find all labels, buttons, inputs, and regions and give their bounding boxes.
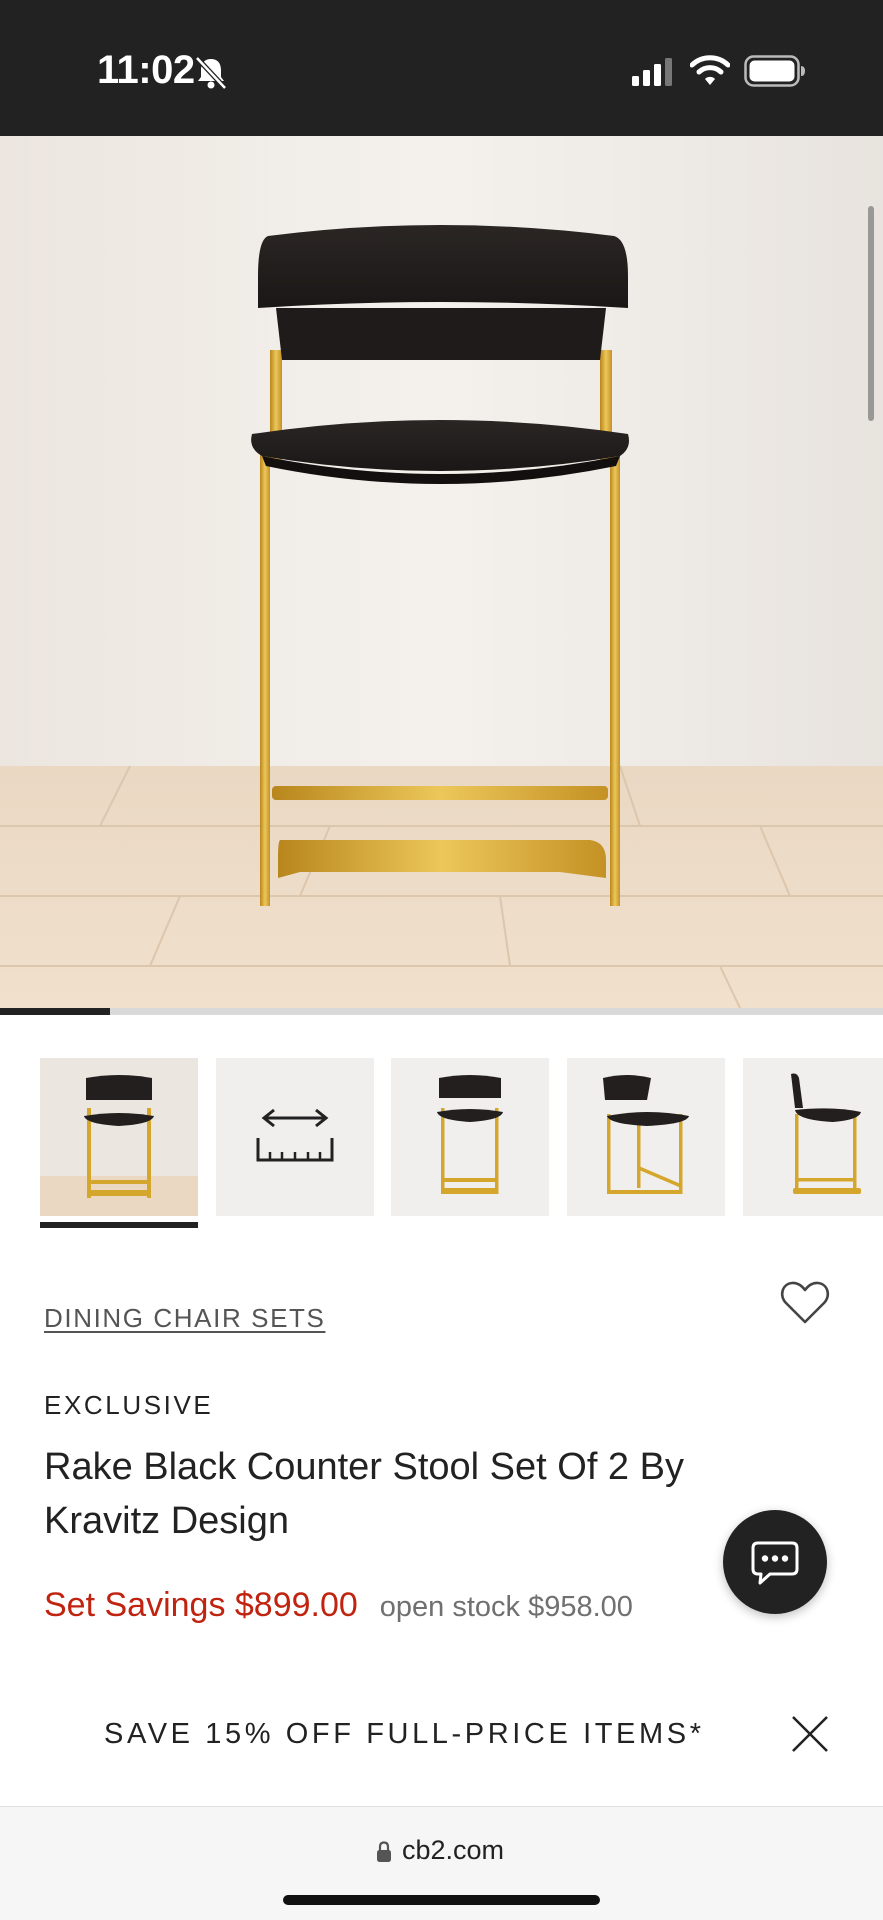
thumbnail-strip[interactable] <box>40 1058 883 1228</box>
thumb-side[interactable] <box>743 1058 883 1216</box>
status-time: 11:02 <box>97 48 195 92</box>
ruler-dimensions-icon <box>216 1058 374 1216</box>
open-stock-price: open stock $958.00 <box>379 1591 633 1623</box>
set-savings-price: Set Savings $899.00 <box>44 1586 358 1624</box>
home-indicator[interactable] <box>283 1895 600 1905</box>
active-thumb-indicator <box>40 1222 198 1228</box>
thumb-angle-image <box>567 1058 725 1216</box>
thumb-front-studio-image <box>391 1058 549 1216</box>
exclusive-badge: EXCLUSIVE <box>44 1390 214 1420</box>
battery-icon <box>744 55 805 87</box>
thumb-side-image <box>743 1058 883 1216</box>
gallery-progress-fill <box>0 1008 111 1015</box>
cellular-signal-icon <box>632 58 672 86</box>
product-title: Rake Black Counter Stool Set Of 2 By Kra… <box>44 1446 684 1542</box>
promo-banner: SAVE 15% OFF FULL-PRICE ITEMS* <box>0 1676 883 1806</box>
product-hero-image[interactable] <box>0 136 883 1008</box>
thumb-front-room-image <box>40 1058 198 1216</box>
image-scrollbar[interactable] <box>868 206 874 421</box>
wifi-icon <box>690 55 730 85</box>
heart-icon[interactable] <box>780 1280 830 1326</box>
gallery-progress <box>0 1008 883 1015</box>
price-row: Set Savings $899.00 open stock $958.00 <box>44 1586 633 1625</box>
bell-slash-icon <box>195 56 227 90</box>
category-link[interactable]: DINING CHAIR SETS <box>44 1303 325 1334</box>
chat-button[interactable] <box>723 1510 827 1614</box>
lock-icon <box>377 1841 391 1862</box>
url-text[interactable]: cb2.com <box>402 1835 504 1866</box>
stool-photo <box>0 136 883 1008</box>
thumb-front-studio[interactable] <box>391 1058 549 1216</box>
thumb-dimensions[interactable] <box>216 1058 374 1216</box>
thumb-angle[interactable] <box>567 1058 725 1216</box>
thumb-front-room[interactable] <box>40 1058 198 1216</box>
status-bar: 11:02 <box>0 0 883 136</box>
promo-text[interactable]: SAVE 15% OFF FULL-PRICE ITEMS* <box>104 1718 705 1751</box>
chat-bubble-icon <box>751 1541 799 1585</box>
browser-url-bar[interactable]: cb2.com <box>0 1806 883 1920</box>
close-icon[interactable] <box>790 1714 830 1754</box>
